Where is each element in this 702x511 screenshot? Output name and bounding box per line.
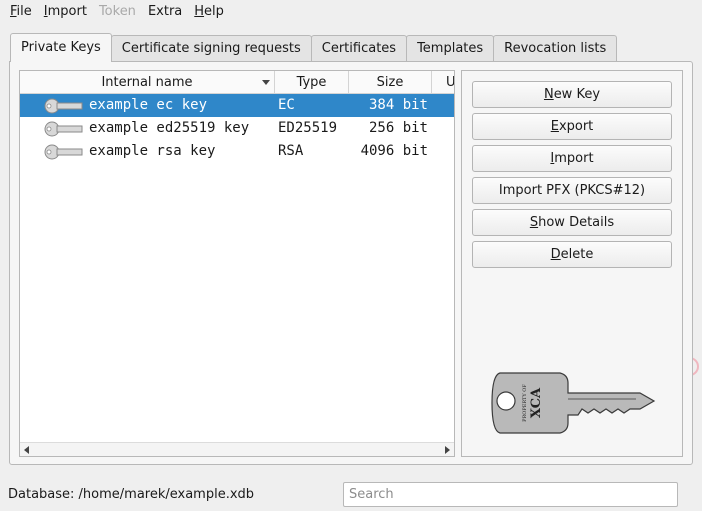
table-row[interactable]: example ed25519 key ED25519 256 bit [20, 117, 454, 140]
key-emblem-line1: PROPERTY OF [522, 384, 528, 422]
menu-import[interactable]: Import [38, 0, 93, 23]
database-status: Database: /home/marek/example.xdb [8, 487, 255, 502]
key-emblem-line2: XCA [529, 387, 544, 418]
delete-button[interactable]: Delete [472, 241, 672, 268]
menu-help[interactable]: Help [188, 0, 230, 23]
key-size: 384 bit [368, 97, 428, 113]
table-header: Internal name Type Size U [20, 71, 454, 94]
column-label: Internal name [101, 75, 193, 90]
scroll-right-icon[interactable] [445, 446, 450, 454]
column-type[interactable]: Type [275, 71, 349, 94]
key-type: RSA [278, 143, 304, 159]
column-internal-name[interactable]: Internal name [20, 71, 275, 94]
show-details-button[interactable]: Show Details [472, 209, 672, 236]
sort-descending-icon [262, 80, 270, 85]
tab-private-keys[interactable]: Private Keys [10, 33, 112, 62]
import-pfx-button[interactable]: Import PFX (PKCS#12) [472, 177, 672, 204]
tab-templates[interactable]: Templates [406, 35, 495, 62]
table-row[interactable]: example rsa key RSA 4096 bit [20, 140, 454, 163]
key-list[interactable]: Internal name Type Size U example ec key… [19, 70, 455, 457]
action-panel: New Key Export Import Import PFX (PKCS#1… [461, 70, 683, 457]
key-icon [44, 144, 83, 160]
import-button[interactable]: Import [472, 145, 672, 172]
menu-file[interactable]: File [4, 0, 38, 23]
key-name: example rsa key [89, 143, 216, 159]
tab-bar: Private Keys Certificate signing request… [10, 33, 618, 62]
column-size[interactable]: Size [349, 71, 432, 94]
new-key-button[interactable]: New Key [472, 81, 672, 108]
export-button[interactable]: Export [472, 113, 672, 140]
key-icon [44, 98, 83, 114]
key-size: 4096 bit [360, 143, 428, 159]
key-name: example ec key [89, 97, 208, 113]
xca-key-icon: PROPERTY OF XCA [491, 372, 656, 434]
key-icon [44, 121, 83, 137]
key-type: ED25519 [278, 120, 338, 136]
menu-extra[interactable]: Extra [142, 0, 188, 23]
table-row[interactable]: example ec key EC 384 bit [20, 94, 454, 117]
tab-certificate-signing-requests[interactable]: Certificate signing requests [110, 35, 312, 62]
search-input[interactable] [343, 482, 678, 507]
key-name: example ed25519 key [89, 120, 250, 136]
key-type: EC [278, 97, 295, 113]
column-usage[interactable]: U [432, 71, 454, 94]
key-size: 256 bit [368, 120, 428, 136]
horizontal-scrollbar[interactable] [20, 442, 454, 456]
scroll-left-icon[interactable] [24, 446, 29, 454]
menu-token[interactable]: Token [93, 0, 142, 23]
tab-certificates[interactable]: Certificates [310, 35, 408, 62]
menu-bar: File Import Token Extra Help [0, 0, 702, 23]
tab-revocation-lists[interactable]: Revocation lists [493, 35, 618, 62]
